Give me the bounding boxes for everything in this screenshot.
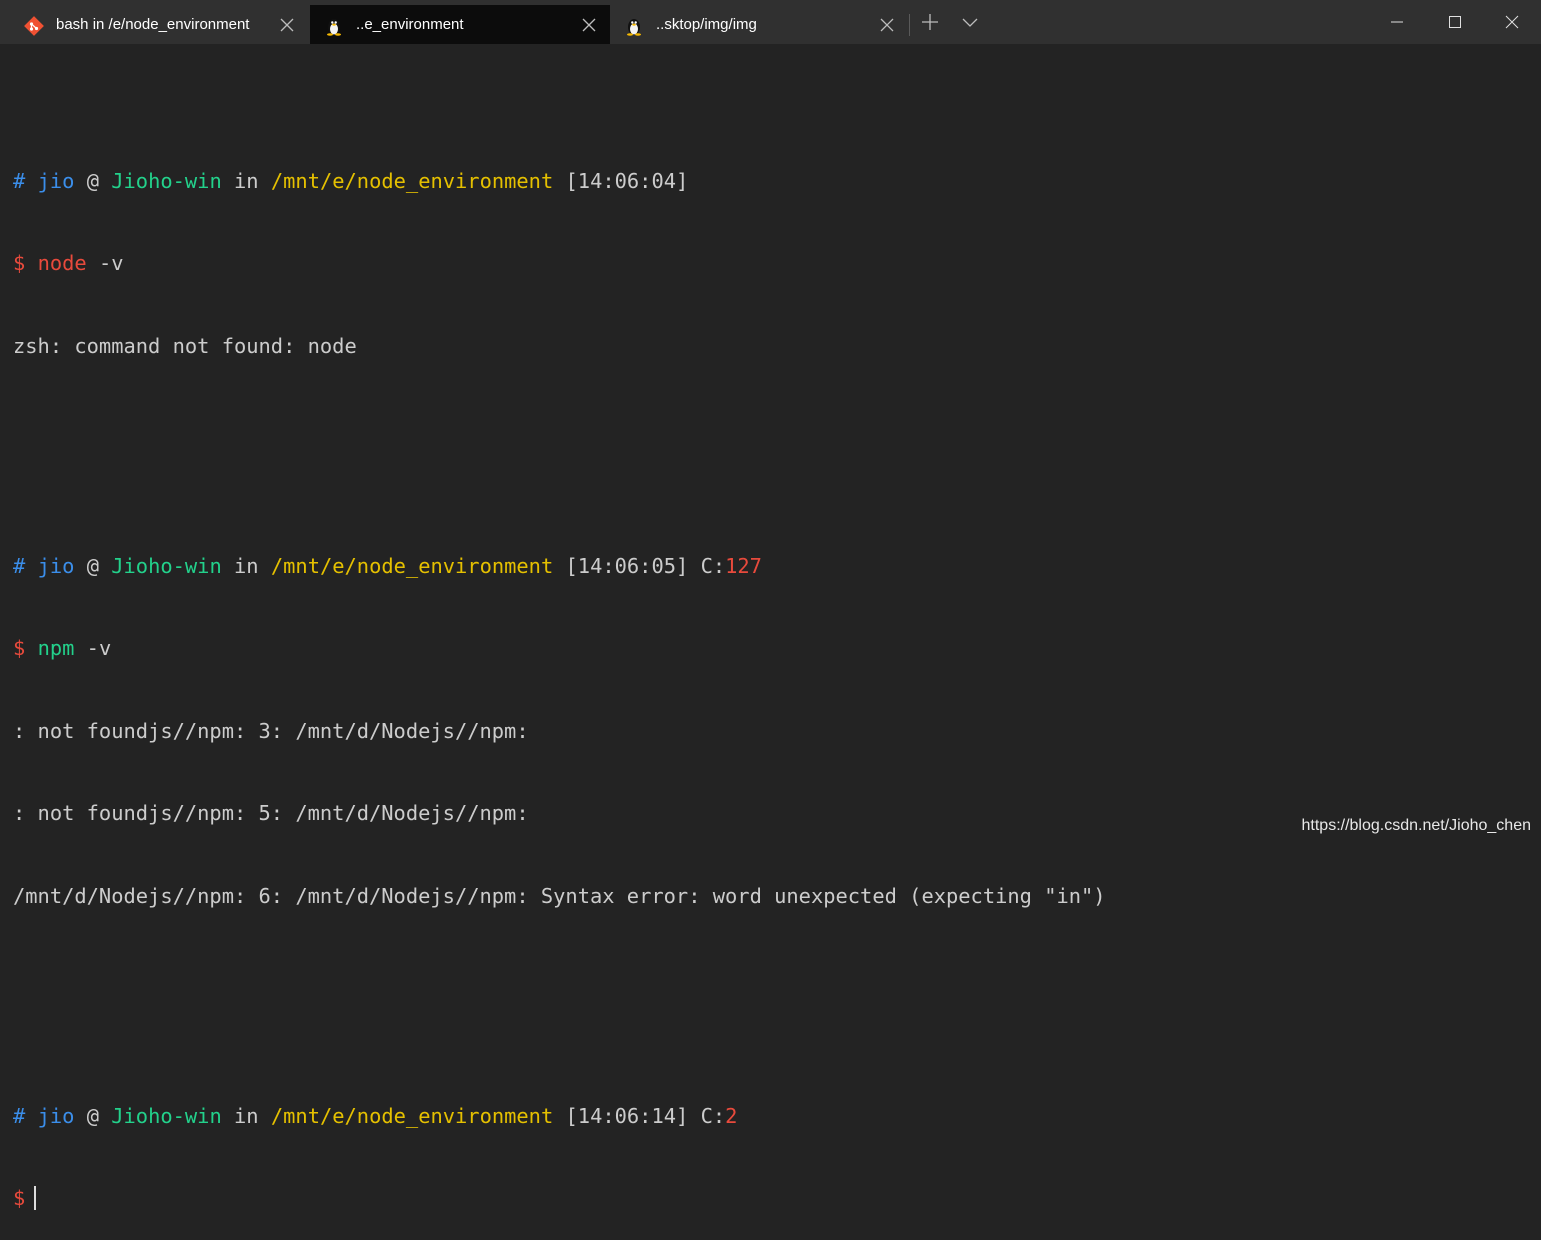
close-icon[interactable]: [880, 18, 894, 32]
prompt-line: # jio @ Jioho-win in /mnt/e/node_environ…: [13, 553, 1106, 581]
prompt-at: @: [86, 553, 99, 578]
command-name: node: [37, 251, 87, 275]
command-line: $ npm -v: [13, 635, 1106, 663]
output-line: : not foundjs//npm: 5: /mnt/d/Nodejs//np…: [13, 801, 529, 825]
minimize-icon: [1391, 21, 1403, 23]
prompt-in: in: [234, 553, 259, 578]
close-icon[interactable]: [582, 18, 596, 32]
linux-penguin-icon: [327, 19, 341, 36]
prompt-at: @: [86, 168, 99, 193]
prompt-host: Jioho-win: [111, 1103, 222, 1128]
git-icon: [24, 16, 44, 36]
tab-bash[interactable]: bash in /e/node_environment: [10, 5, 308, 44]
close-icon: [1505, 15, 1519, 29]
prompt-hash: #: [13, 1103, 26, 1128]
command-args: -v: [74, 636, 112, 660]
prompt-hash: #: [13, 168, 26, 193]
maximize-button[interactable]: [1426, 0, 1484, 44]
tab-divider: [909, 14, 910, 36]
prompt-user: jio: [37, 1103, 75, 1128]
text-cursor: [34, 1186, 37, 1210]
tab-title: ..sktop/img/img: [656, 16, 757, 33]
prompt-path: /mnt/e/node_environment: [270, 168, 554, 193]
command-line: $ node -v: [13, 250, 1106, 278]
prompt-line: # jio @ Jioho-win in /mnt/e/node_environ…: [13, 168, 1106, 196]
exit-code-label: C:: [700, 553, 726, 578]
tab-wsl-img[interactable]: ..sktop/img/img: [610, 5, 908, 44]
prompt-time: [14:06:14]: [565, 1103, 689, 1128]
watermark: https://blog.csdn.net/Jioho_chen: [1301, 817, 1532, 834]
tab-wsl-node-environment[interactable]: ..e_environment: [310, 5, 610, 44]
command-line[interactable]: $: [13, 1185, 1106, 1213]
prompt-dollar: $: [13, 1186, 26, 1210]
prompt-path: /mnt/e/node_environment: [270, 1103, 554, 1128]
prompt-hash: #: [13, 553, 26, 578]
new-tab-plus-icon[interactable]: [920, 12, 940, 32]
exit-code: 2: [725, 1103, 738, 1128]
chevron-down-icon[interactable]: [960, 12, 980, 32]
exit-code-label: C:: [700, 1103, 726, 1128]
minimize-button[interactable]: [1368, 0, 1426, 44]
prompt-host: Jioho-win: [111, 553, 222, 578]
prompt-dollar: $: [13, 251, 26, 275]
terminal-output[interactable]: # jio @ Jioho-win in /mnt/e/node_environ…: [13, 85, 1106, 1240]
output-line: : not foundjs//npm: 3: /mnt/d/Nodejs//np…: [13, 718, 529, 743]
exit-code: 127: [725, 553, 762, 578]
linux-penguin-icon: [627, 19, 641, 36]
tab-title: ..e_environment: [356, 16, 464, 33]
prompt-time: [14:06:04]: [565, 168, 689, 193]
prompt-in: in: [234, 1103, 259, 1128]
prompt-in: in: [234, 168, 259, 193]
maximize-icon: [1449, 16, 1461, 28]
prompt-host: Jioho-win: [111, 168, 222, 193]
prompt-user: jio: [37, 168, 75, 193]
command-args: -v: [86, 251, 124, 275]
output-line: /mnt/d/Nodejs//npm: 6: /mnt/d/Nodejs//np…: [13, 883, 1106, 908]
prompt-user: jio: [37, 553, 75, 578]
command-name: npm: [37, 636, 75, 660]
close-icon[interactable]: [280, 18, 294, 32]
title-bar: bash in /e/node_environment ..e_environm…: [0, 0, 1541, 44]
close-window-button[interactable]: [1483, 0, 1541, 44]
tab-title: bash in /e/node_environment: [56, 16, 250, 33]
prompt-at: @: [86, 1103, 99, 1128]
prompt-time: [14:06:05]: [565, 553, 689, 578]
prompt-line: # jio @ Jioho-win in /mnt/e/node_environ…: [13, 1103, 1106, 1131]
prompt-path: /mnt/e/node_environment: [270, 553, 554, 578]
prompt-dollar: $: [13, 636, 26, 660]
output-line: zsh: command not found: node: [13, 333, 357, 358]
